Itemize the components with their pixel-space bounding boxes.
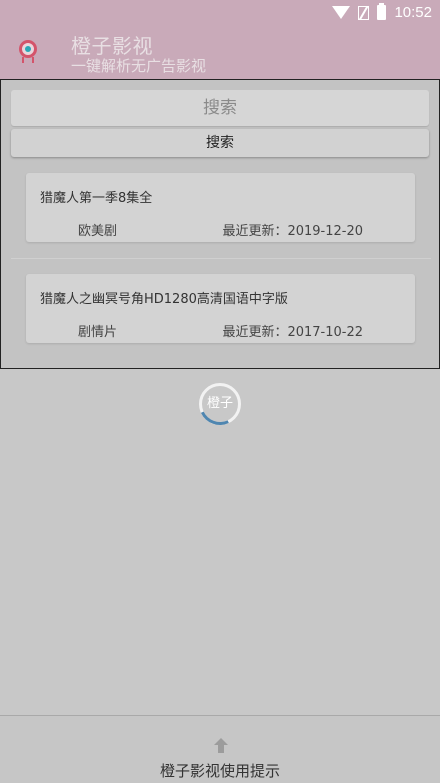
result-title: 猎魔人第一季8集全 xyxy=(40,191,153,206)
loading-spinner: 橙子 xyxy=(193,377,247,431)
app-bar: 橙子影视 一键解析无广告影视 xyxy=(0,25,440,79)
wifi-icon xyxy=(332,6,351,19)
status-bar: 10:52 xyxy=(0,0,440,25)
result-updated-date: 最近更新：2019-12-20 xyxy=(222,224,363,239)
app-subtitle: 一键解析无广告影视 xyxy=(71,57,207,75)
arrow-up-icon xyxy=(214,738,228,754)
usage-hint-label: 橙子影视使用提示 xyxy=(159,762,280,780)
battery-charging-icon xyxy=(377,3,387,20)
result-genre: 欧美剧 xyxy=(78,224,118,239)
status-icons: 10:52 xyxy=(332,0,432,25)
app-logo-icon xyxy=(19,40,37,63)
divider xyxy=(11,258,431,259)
result-genre: 剧情片 xyxy=(78,325,118,340)
search-input[interactable] xyxy=(11,90,429,126)
result-card[interactable]: 猎魔人第一季8集全 欧美剧 最近更新：2019-12-20 xyxy=(26,173,415,242)
result-card[interactable]: 猎魔人之幽冥号角HD1280高清国语中字版 剧情片 最近更新：2017-10-2… xyxy=(26,274,415,343)
result-updated-date: 最近更新：2017-10-22 xyxy=(222,325,363,340)
usage-hint-bar[interactable]: 橙子影视使用提示 xyxy=(0,715,440,783)
status-time: 10:52 xyxy=(394,4,432,21)
result-title: 猎魔人之幽冥号角HD1280高清国语中字版 xyxy=(40,292,288,307)
no-sim-icon xyxy=(358,5,370,20)
search-panel: 搜索 猎魔人第一季8集全 欧美剧 最近更新：2019-12-20 猎魔人之幽冥号… xyxy=(0,79,440,369)
spinner-label: 橙子 xyxy=(206,396,233,411)
search-button[interactable]: 搜索 xyxy=(11,129,429,157)
